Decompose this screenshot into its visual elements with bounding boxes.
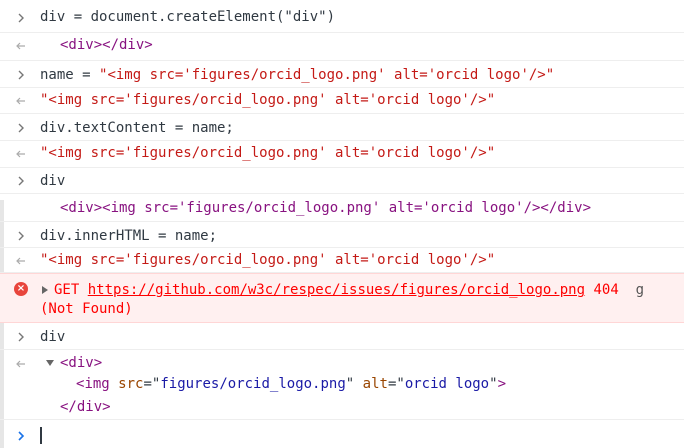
console-command[interactable]: div.textContent = name;	[40, 118, 234, 138]
error-message: GET https://github.com/w3c/respec/issues…	[54, 280, 644, 300]
tree-close-tag: </div>	[60, 399, 111, 415]
console-output-tree: <div> <img src="figures/orcid_logo.png" …	[0, 350, 684, 420]
console-input-row: name = "<img src='figures/orcid_logo.png…	[0, 61, 684, 88]
console-input-row: div	[0, 168, 684, 194]
chevron-right-icon	[14, 118, 28, 138]
error-circle-icon: ×	[14, 282, 28, 296]
chevron-right-icon	[14, 226, 28, 246]
console-command[interactable]: div = document.createElement("div")	[40, 7, 335, 27]
console-command[interactable]: div	[40, 327, 65, 347]
console-result-element[interactable]: <div><img src='figures/orcid_logo.png' a…	[60, 198, 591, 218]
error-url-link[interactable]: https://github.com/w3c/respec/issues/fig…	[88, 282, 585, 298]
return-arrow-icon	[14, 36, 28, 56]
error-source-link[interactable]: g	[636, 282, 644, 298]
console-result-string: "<img src='figures/orcid_logo.png' alt='…	[40, 252, 496, 268]
console-command[interactable]: div.innerHTML = name;	[40, 226, 217, 246]
error-status: 404	[593, 282, 619, 298]
console-error-row: × GET https://github.com/w3c/respec/issu…	[0, 273, 684, 323]
return-arrow-icon	[14, 354, 28, 374]
chevron-right-icon	[14, 65, 28, 85]
return-arrow-icon	[14, 91, 28, 111]
chevron-right-icon	[14, 8, 28, 28]
console-input-row: div.innerHTML = name;	[0, 222, 684, 248]
console-input-row: div	[0, 323, 684, 350]
console-command[interactable]: div	[40, 171, 65, 191]
console-command[interactable]: name = "<img src='figures/orcid_logo.png…	[40, 65, 554, 85]
chevron-right-icon	[14, 171, 28, 191]
chevron-right-icon	[14, 426, 28, 446]
console-output-row: "<img src='figures/orcid_logo.png' alt='…	[0, 88, 684, 114]
console-output-row: "<img src='figures/orcid_logo.png' alt='…	[0, 248, 684, 273]
console-result-string: "<img src='figures/orcid_logo.png' alt='…	[40, 92, 496, 108]
console-output-row: <div><img src='figures/orcid_logo.png' a…	[0, 194, 684, 222]
chevron-right-icon	[14, 327, 28, 347]
return-arrow-icon	[14, 251, 28, 271]
console-input-row: div.textContent = name;	[0, 114, 684, 141]
tree-open-tag[interactable]: <div>	[60, 353, 102, 373]
console-result-element[interactable]: <div></div>	[60, 35, 153, 55]
console-output-row: <div></div>	[0, 33, 684, 61]
tree-child-node[interactable]: <img src="figures/orcid_logo.png" alt="o…	[76, 374, 506, 394]
return-arrow-icon	[14, 144, 28, 164]
console-input-row: div = document.createElement("div")	[0, 0, 684, 33]
console-result-string: "<img src='figures/orcid_logo.png' alt='…	[40, 145, 496, 161]
triangle-down-icon[interactable]	[46, 360, 54, 366]
triangle-right-icon[interactable]	[42, 286, 48, 294]
error-method: GET	[54, 282, 80, 298]
console-prompt-input[interactable]	[40, 427, 42, 444]
error-status-text: (Not Found)	[40, 301, 133, 317]
console-output-row: "<img src='figures/orcid_logo.png' alt='…	[0, 141, 684, 168]
